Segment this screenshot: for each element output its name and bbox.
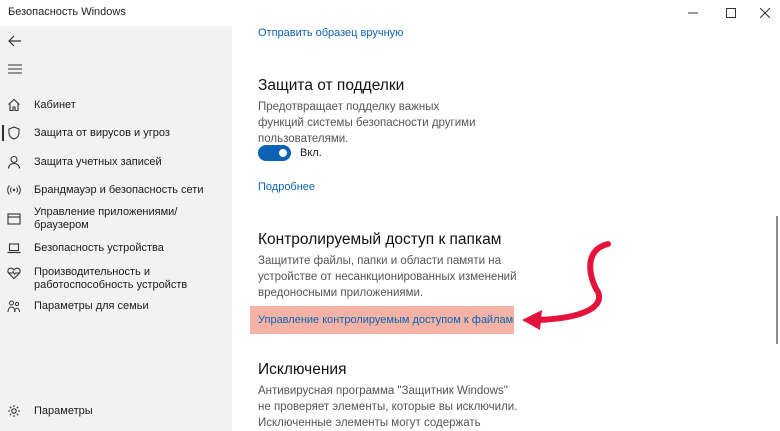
sidebar: Кабинет Защита от вирусов и угроз Защита… (0, 26, 232, 431)
family-icon (6, 298, 22, 314)
learn-more-link[interactable]: Подробнее (258, 181, 315, 193)
manage-cfa-highlight: Управление контролируемым доступом к фай… (250, 306, 514, 334)
controlled-folder-access-description: Защитите файлы, папки и области памяти н… (258, 255, 517, 299)
app-window-icon (6, 211, 22, 227)
tamper-protection-heading: Защита от подделки (258, 77, 405, 94)
tamper-protection-description: Предотвращает подделку важных функций си… (258, 101, 476, 145)
close-icon (760, 8, 770, 18)
submit-sample-link[interactable]: Отправить образец вручную (258, 27, 403, 39)
tamper-protection-toggle[interactable] (258, 145, 291, 161)
sidebar-item-label: Управление приложениями/браузером (34, 206, 178, 231)
sidebar-item-device-security[interactable]: Безопасность устройства (0, 236, 232, 260)
toggle-knob (279, 149, 287, 157)
sidebar-item-label: Защита от вирусов и угроз (34, 126, 170, 139)
sidebar-item-label: Параметры для семьи (34, 299, 149, 312)
sidebar-item-firewall[interactable]: Брандмауэр и безопасность сети (0, 178, 232, 202)
sidebar-item-label: Параметры (34, 404, 93, 417)
minimize-icon (688, 12, 698, 14)
back-arrow-icon (8, 35, 21, 47)
scrollbar[interactable] (776, 216, 778, 344)
sidebar-item-account-protection[interactable]: Защита учетных записей (0, 150, 232, 174)
minimize-button[interactable] (676, 0, 710, 26)
sidebar-item-label: Защита учетных записей (34, 155, 162, 168)
sidebar-item-label: Безопасность устройства (34, 241, 164, 254)
maximize-icon (726, 8, 736, 18)
laptop-icon (6, 240, 22, 256)
sidebar-item-label: Брандмауэр и безопасность сети (34, 183, 204, 196)
sidebar-item-device-performance[interactable]: Производительность и работоспособность у… (0, 264, 232, 294)
person-icon (6, 154, 22, 170)
gear-icon (6, 403, 22, 419)
window-title: Безопасность Windows (8, 6, 126, 18)
annotation-arrow-icon (522, 241, 611, 330)
maximize-button[interactable] (714, 0, 748, 26)
manage-controlled-folder-access-link[interactable]: Управление контролируемым доступом к фай… (258, 314, 513, 326)
sidebar-item-virus-protection[interactable]: Защита от вирусов и угроз (0, 121, 232, 145)
controlled-folder-access-heading: Контролируемый доступ к папкам (258, 231, 502, 248)
title-bar: Безопасность Windows (0, 0, 780, 26)
heart-icon (6, 265, 22, 281)
exclusions-description: Антивирусная программа "Защитник Windows… (258, 385, 518, 429)
main-content: Отправить образец вручную Защита от подд… (232, 26, 780, 431)
sidebar-item-label: Кабинет (34, 98, 76, 111)
wifi-icon (6, 182, 22, 198)
sidebar-item-settings[interactable]: Параметры (0, 399, 232, 423)
home-icon (6, 97, 22, 113)
sidebar-item-label: Производительность и работоспособность у… (34, 266, 188, 291)
hamburger-icon (8, 64, 22, 74)
sidebar-item-home[interactable]: Кабинет (0, 93, 232, 117)
close-button[interactable] (748, 0, 780, 26)
shield-icon (6, 125, 22, 141)
toggle-state-label: Вкл. (300, 147, 322, 159)
sidebar-item-family-options[interactable]: Параметры для семьи (0, 294, 232, 318)
menu-button[interactable] (4, 58, 26, 80)
sidebar-item-app-browser-control[interactable]: Управление приложениями/браузером (0, 206, 232, 231)
exclusions-heading: Исключения (258, 361, 347, 378)
back-button[interactable] (4, 30, 26, 52)
